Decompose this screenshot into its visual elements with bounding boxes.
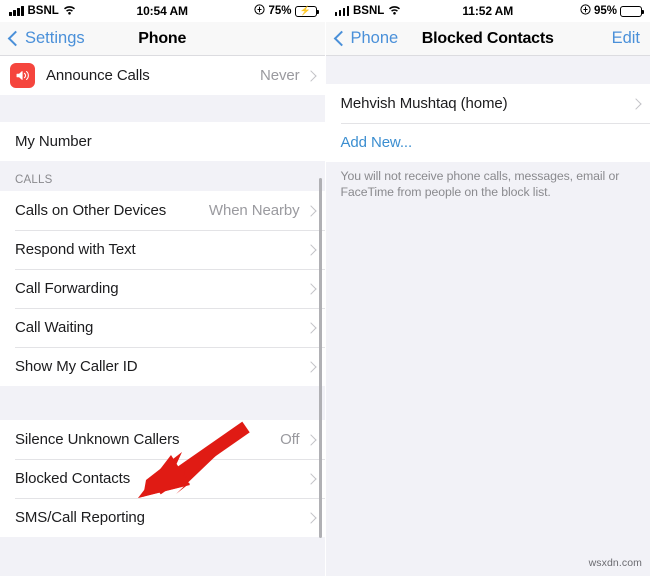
row-blocked-contact[interactable]: Mehvish Mushtaq (home) bbox=[325, 84, 650, 123]
chevron-right-icon bbox=[304, 282, 317, 295]
vertical-scrollbar[interactable] bbox=[319, 178, 322, 538]
back-label: Settings bbox=[25, 29, 85, 47]
row-call-waiting[interactable]: Call Waiting bbox=[0, 308, 325, 347]
blocked-contacts-group: Mehvish Mushtaq (home) Add New... bbox=[325, 84, 650, 162]
left-content: Announce Calls Never My Number CALLS Cal… bbox=[0, 56, 325, 576]
chevron-right-icon bbox=[304, 321, 317, 334]
rotation-lock-icon bbox=[254, 4, 266, 18]
row-label: Call Waiting bbox=[15, 319, 94, 336]
chevron-right-icon bbox=[304, 243, 317, 256]
top-spacer bbox=[325, 56, 650, 84]
block-list-footnote: You will not receive phone calls, messag… bbox=[325, 162, 650, 211]
chevron-right-icon bbox=[304, 433, 317, 446]
row-blocked-contacts[interactable]: Blocked Contacts bbox=[0, 459, 325, 498]
chevron-left-icon bbox=[333, 30, 349, 47]
status-right-group: 75% ⚡ bbox=[254, 4, 319, 18]
chevron-right-icon bbox=[304, 360, 317, 373]
row-label: Respond with Text bbox=[15, 241, 136, 258]
watermark: wsxdn.com bbox=[588, 557, 642, 569]
row-add-new[interactable]: Add New... bbox=[325, 123, 650, 162]
row-label: Show My Caller ID bbox=[15, 358, 138, 375]
row-value: Never bbox=[259, 67, 300, 84]
section-header-calls: CALLS bbox=[0, 161, 325, 191]
battery-percent-label: 95% bbox=[593, 5, 617, 17]
chevron-right-icon bbox=[304, 472, 317, 485]
chevron-right-icon bbox=[304, 204, 317, 217]
add-new-label: Add New... bbox=[340, 134, 413, 151]
contact-name-label: Mehvish Mushtaq (home) bbox=[340, 95, 508, 112]
row-announce-calls[interactable]: Announce Calls Never bbox=[0, 56, 325, 95]
row-value: When Nearby bbox=[208, 202, 300, 219]
calls-group: Calls on Other Devices When Nearby Respo… bbox=[0, 191, 325, 386]
chevron-right-icon bbox=[304, 69, 317, 82]
row-sms-call-reporting[interactable]: SMS/Call Reporting bbox=[0, 498, 325, 537]
left-panel-phone-settings: BSNL 10:54 AM 75% ⚡ Settings Phone Annou… bbox=[0, 0, 326, 576]
rotation-lock-icon bbox=[580, 4, 591, 18]
bottom-filler bbox=[0, 537, 325, 576]
row-calls-on-other-devices[interactable]: Calls on Other Devices When Nearby bbox=[0, 191, 325, 230]
row-label: Calls on Other Devices bbox=[15, 202, 167, 219]
row-label: Call Forwarding bbox=[15, 280, 119, 297]
my-number-group: My Number bbox=[0, 122, 325, 161]
row-respond-with-text[interactable]: Respond with Text bbox=[0, 230, 325, 269]
battery-full-icon bbox=[620, 5, 644, 17]
back-to-settings-button[interactable]: Settings bbox=[7, 29, 85, 48]
chevron-left-icon bbox=[7, 30, 24, 47]
left-status-bar: BSNL 10:54 AM 75% ⚡ bbox=[0, 0, 325, 22]
call-blocking-group: Silence Unknown Callers Off Blocked Cont… bbox=[0, 420, 325, 537]
row-my-number[interactable]: My Number bbox=[0, 122, 325, 161]
screenshot-root: BSNL 10:54 AM 75% ⚡ Settings Phone Annou… bbox=[0, 0, 650, 576]
row-silence-unknown-callers[interactable]: Silence Unknown Callers Off bbox=[0, 420, 325, 459]
battery-percent-label: 75% bbox=[268, 5, 292, 17]
row-label: Announce Calls bbox=[46, 67, 150, 84]
right-content: Mehvish Mushtaq (home) Add New... You wi… bbox=[325, 56, 650, 211]
back-to-phone-button[interactable]: Phone bbox=[333, 29, 399, 48]
left-nav-bar: Settings Phone bbox=[0, 22, 325, 56]
chevron-right-icon bbox=[630, 97, 642, 110]
announce-calls-group: Announce Calls Never bbox=[0, 56, 325, 95]
row-label: Blocked Contacts bbox=[15, 470, 131, 487]
chevron-right-icon bbox=[304, 511, 317, 524]
battery-charging-icon: ⚡ bbox=[294, 5, 319, 17]
back-label: Phone bbox=[350, 29, 399, 47]
row-show-my-caller-id[interactable]: Show My Caller ID bbox=[0, 347, 325, 386]
right-status-bar: BSNL 11:52 AM 95% bbox=[325, 0, 650, 22]
status-right-group: 95% bbox=[580, 4, 644, 18]
row-call-forwarding[interactable]: Call Forwarding bbox=[0, 269, 325, 308]
group-separator bbox=[0, 386, 325, 420]
group-separator bbox=[0, 95, 325, 122]
row-label: Silence Unknown Callers bbox=[15, 431, 180, 448]
right-nav-bar: Phone Blocked Contacts Edit bbox=[325, 22, 650, 56]
edit-button[interactable]: Edit bbox=[612, 29, 640, 48]
speaker-waves-icon bbox=[10, 63, 35, 88]
row-label: My Number bbox=[15, 133, 92, 150]
right-panel-blocked-contacts: BSNL 11:52 AM 95% Phone Blocked Contacts… bbox=[325, 0, 650, 576]
row-label: SMS/Call Reporting bbox=[15, 509, 145, 526]
row-value: Off bbox=[280, 431, 300, 448]
